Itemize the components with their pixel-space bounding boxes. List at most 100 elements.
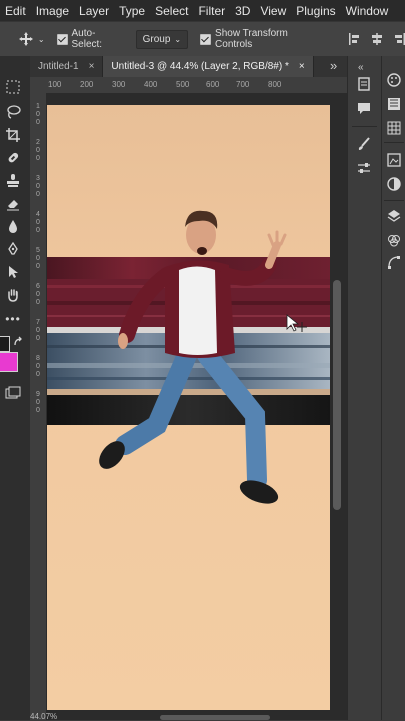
eraser-icon[interactable] xyxy=(4,195,22,213)
ruler-v-label: 0 xyxy=(36,299,40,306)
document-canvas[interactable] xyxy=(47,105,330,710)
menu-bar: Ps Edit Image Layer Type Select Filter 3… xyxy=(0,0,405,21)
ruler-v-label: 3 xyxy=(36,175,40,182)
menu-image[interactable]: Image xyxy=(31,4,74,18)
menu-plugins[interactable]: Plugins xyxy=(291,4,340,18)
align-left-icon[interactable] xyxy=(349,33,361,45)
ruler-v-label: 6 xyxy=(36,283,40,290)
chevron-down-icon: ⌄ xyxy=(174,34,182,44)
ruler-v-label: 0 xyxy=(36,363,40,370)
align-right-icon[interactable] xyxy=(393,33,405,45)
layers-icon[interactable] xyxy=(386,208,402,224)
ruler-v-label: 0 xyxy=(36,255,40,262)
ruler-h-label: 200 xyxy=(80,80,94,89)
libraries-icon[interactable] xyxy=(386,152,402,168)
history-icon[interactable] xyxy=(356,76,372,92)
options-bar: ⌄ Auto-Select: Group ⌄ Show Transform Co… xyxy=(0,21,405,57)
document-tab-bar: Jntitled-1 × Untitled-3 @ 44.4% (Layer 2… xyxy=(30,56,347,77)
gradient-icon[interactable] xyxy=(386,96,402,112)
vertical-scrollbar[interactable] xyxy=(333,280,341,510)
adjust-sliders-icon[interactable] xyxy=(356,160,372,176)
ruler-v-label: 2 xyxy=(36,139,40,146)
ruler-v-label: 0 xyxy=(36,191,40,198)
more-tools-icon[interactable]: ••• xyxy=(4,310,22,328)
ruler-v-label: 0 xyxy=(36,119,40,126)
close-icon[interactable]: × xyxy=(299,61,305,72)
ruler-v-label: 0 xyxy=(36,291,40,298)
ruler-h-label: 400 xyxy=(144,80,158,89)
screen-mode-icon[interactable] xyxy=(4,384,22,402)
swatches-icon[interactable] xyxy=(386,72,402,88)
menu-3d[interactable]: 3D xyxy=(230,4,255,18)
menu-layer[interactable]: Layer xyxy=(74,4,114,18)
ruler-h-label: 300 xyxy=(112,80,126,89)
ruler-h-label: 100 xyxy=(48,80,62,89)
menu-window[interactable]: Window xyxy=(341,4,394,18)
ruler-v-label: 8 xyxy=(36,355,40,362)
foreground-color-swatch[interactable] xyxy=(0,336,10,352)
ruler-v-label: 1 xyxy=(36,103,40,110)
ruler-v-label: 5 xyxy=(36,247,40,254)
align-center-icon[interactable] xyxy=(371,33,383,45)
chevron-down-icon[interactable]: ⌄ xyxy=(38,35,45,44)
tools-panel: ••• xyxy=(0,56,31,720)
menu-edit[interactable]: Edit xyxy=(0,4,31,18)
brushes-icon[interactable] xyxy=(356,136,372,152)
horizontal-scrollbar[interactable] xyxy=(160,715,270,720)
menu-type[interactable]: Type xyxy=(114,4,150,18)
paths-icon[interactable] xyxy=(386,254,402,270)
menu-select[interactable]: Select xyxy=(150,4,193,18)
close-icon[interactable]: × xyxy=(89,61,95,72)
tab-untitled-1-label: Jntitled-1 xyxy=(38,61,79,72)
auto-select-checkbox[interactable] xyxy=(56,33,68,45)
path-selection-icon[interactable] xyxy=(4,263,22,281)
lasso-icon[interactable] xyxy=(4,103,22,121)
tab-untitled-3[interactable]: Untitled-3 @ 44.4% (Layer 2, RGB/8#) * × xyxy=(103,56,314,77)
collapsed-panel-dock: « xyxy=(347,56,381,720)
paint-bucket-icon[interactable] xyxy=(4,217,22,235)
tab-untitled-3-label: Untitled-3 @ 44.4% (Layer 2, RGB/8#) * xyxy=(111,61,289,72)
move-tool-icon[interactable] xyxy=(18,31,34,47)
ruler-v-label: 0 xyxy=(36,147,40,154)
ruler-v-label: 0 xyxy=(36,111,40,118)
swap-colors-icon[interactable] xyxy=(10,333,28,351)
ruler-v-label: 0 xyxy=(36,399,40,406)
crop-icon[interactable] xyxy=(4,126,22,144)
ruler-h-label: 600 xyxy=(206,80,220,89)
horizontal-ruler: 100 200 300 400 500 600 700 800 xyxy=(46,77,347,94)
ruler-v-label: 0 xyxy=(36,227,40,234)
auto-select-label: Auto-Select: xyxy=(71,28,103,50)
background-color-swatch[interactable] xyxy=(0,352,18,372)
stamp-icon[interactable] xyxy=(4,172,22,190)
ruler-v-label: 4 xyxy=(36,211,40,218)
tab-overflow-icon[interactable]: » xyxy=(330,58,337,73)
show-transform-label: Show Transform Controls xyxy=(215,28,288,50)
group-dropdown[interactable]: Group ⌄ xyxy=(135,29,189,49)
ruler-v-label: 0 xyxy=(36,407,40,414)
collapse-panel-icon[interactable]: « xyxy=(358,62,364,73)
ruler-v-label: 0 xyxy=(36,219,40,226)
comments-icon[interactable] xyxy=(356,100,372,116)
ruler-h-label: 700 xyxy=(236,80,250,89)
patterns-icon[interactable] xyxy=(386,120,402,136)
ruler-v-label: 7 xyxy=(36,319,40,326)
ruler-v-label: 0 xyxy=(36,327,40,334)
ruler-v-label: 0 xyxy=(36,263,40,270)
channels-icon[interactable] xyxy=(386,232,402,248)
ruler-v-label: 0 xyxy=(36,155,40,162)
ruler-h-label: 500 xyxy=(176,80,190,89)
menu-filter[interactable]: Filter xyxy=(193,4,230,18)
hand-icon[interactable] xyxy=(4,286,22,304)
marquee-icon[interactable] xyxy=(4,78,22,96)
ruler-v-label: 0 xyxy=(36,371,40,378)
ruler-v-label: 0 xyxy=(36,183,40,190)
tab-untitled-1[interactable]: Jntitled-1 × xyxy=(30,56,104,77)
healing-brush-icon[interactable] xyxy=(4,149,22,167)
panel-dock xyxy=(381,56,405,720)
menu-view[interactable]: View xyxy=(255,4,291,18)
ruler-v-label: 9 xyxy=(36,391,40,398)
adjustments-icon[interactable] xyxy=(386,176,402,192)
pen-icon[interactable] xyxy=(4,240,22,258)
group-dropdown-value: Group xyxy=(142,33,171,45)
show-transform-checkbox[interactable] xyxy=(200,33,212,45)
